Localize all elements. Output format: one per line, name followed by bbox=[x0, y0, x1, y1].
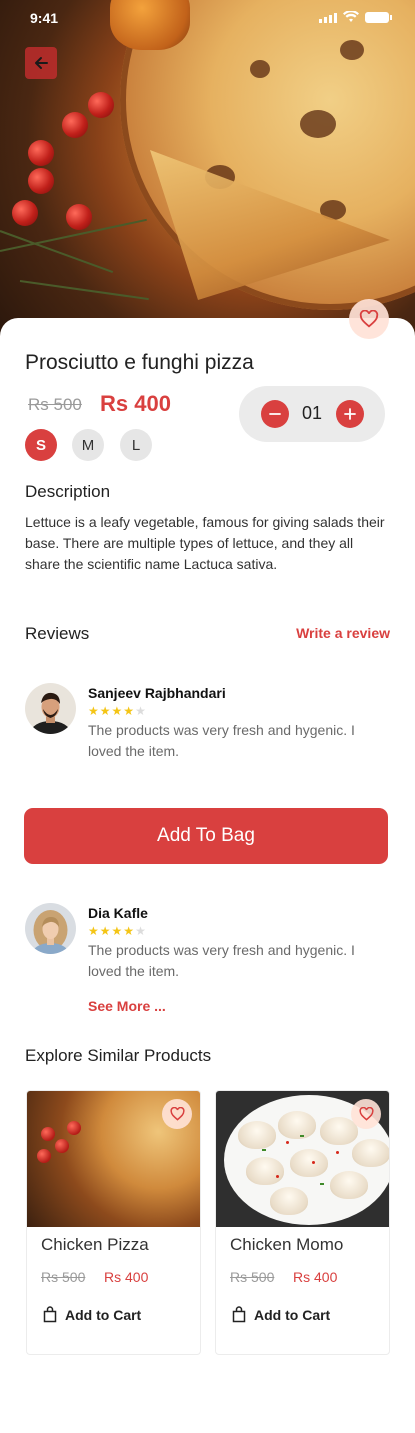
size-option-s[interactable]: S bbox=[25, 429, 57, 461]
status-bar: 9:41 bbox=[0, 0, 415, 36]
review-text: The products was very fresh and hygenic.… bbox=[88, 722, 355, 759]
see-more-reviews-link[interactable]: See More ... bbox=[88, 998, 166, 1014]
quantity-stepper: 01 bbox=[239, 386, 385, 442]
favorite-button[interactable] bbox=[162, 1099, 192, 1129]
plus-icon bbox=[344, 408, 356, 420]
heart-icon bbox=[358, 1107, 374, 1121]
star-icon: ★ bbox=[99, 924, 111, 938]
rating-stars: ★ ★ ★ ★ ★ bbox=[88, 925, 146, 937]
product-new-price: Rs 400 bbox=[104, 1269, 149, 1285]
star-icon: ★ bbox=[123, 704, 135, 718]
shopping-bag-icon bbox=[232, 1306, 246, 1323]
star-icon: ★ bbox=[123, 924, 135, 938]
star-icon: ★ bbox=[99, 704, 111, 718]
favorite-button[interactable] bbox=[351, 1099, 381, 1129]
product-new-price: Rs 400 bbox=[293, 1269, 338, 1285]
add-to-cart-label: Add to Cart bbox=[65, 1306, 142, 1323]
star-icon: ★ bbox=[88, 924, 99, 938]
heart-icon bbox=[359, 310, 379, 328]
product-name: Chicken Pizza bbox=[41, 1235, 149, 1254]
shopping-bag-icon bbox=[43, 1306, 57, 1323]
back-arrow-icon bbox=[35, 57, 48, 69]
add-to-bag-button[interactable]: Add To Bag bbox=[24, 808, 388, 864]
add-to-cart-button[interactable]: Add to Cart bbox=[232, 1306, 330, 1323]
star-icon: ★ bbox=[135, 924, 146, 938]
product-card[interactable]: Chicken Pizza Rs 500 Rs 400 Add to Cart bbox=[26, 1090, 201, 1355]
write-review-link[interactable]: Write a review bbox=[296, 625, 390, 641]
add-to-cart-label: Add to Cart bbox=[254, 1306, 331, 1323]
size-option-l[interactable]: L bbox=[120, 429, 152, 461]
rating-stars: ★ ★ ★ ★ ★ bbox=[88, 705, 146, 717]
review-text: The products was very fresh and hygenic.… bbox=[88, 942, 355, 979]
product-new-price: Rs 400 bbox=[100, 391, 171, 416]
description-heading: Description bbox=[25, 482, 111, 501]
reviews-heading: Reviews bbox=[25, 624, 90, 643]
product-old-price: Rs 500 bbox=[28, 395, 82, 414]
favorite-button[interactable] bbox=[349, 299, 389, 339]
product-name: Chicken Momo bbox=[230, 1235, 344, 1254]
product-old-price: Rs 500 bbox=[41, 1269, 86, 1285]
reviewer-name: Dia Kafle bbox=[88, 905, 148, 921]
back-button[interactable] bbox=[25, 47, 57, 79]
avatar bbox=[25, 683, 76, 734]
status-time: 9:41 bbox=[30, 10, 59, 26]
hero-product-image: 9:41 bbox=[0, 0, 415, 340]
add-to-cart-button[interactable]: Add to Cart bbox=[43, 1306, 141, 1323]
wifi-icon bbox=[343, 11, 359, 22]
star-icon: ★ bbox=[111, 704, 123, 718]
increase-quantity-button[interactable] bbox=[336, 400, 364, 428]
product-card[interactable]: Chicken Momo Rs 500 Rs 400 Add to Cart bbox=[215, 1090, 390, 1355]
reviewer-name: Sanjeev Rajbhandari bbox=[88, 685, 226, 701]
star-icon: ★ bbox=[135, 704, 146, 718]
star-icon: ★ bbox=[111, 924, 123, 938]
similar-products-heading: Explore Similar Products bbox=[25, 1046, 212, 1065]
product-title: Prosciutto e funghi pizza bbox=[25, 351, 254, 374]
avatar bbox=[25, 903, 76, 954]
heart-icon bbox=[169, 1107, 185, 1121]
description-text: Lettuce is a leafy vegetable, famous for… bbox=[25, 514, 385, 572]
size-option-m[interactable]: M bbox=[72, 429, 104, 461]
signal-icon bbox=[319, 13, 337, 23]
battery-icon bbox=[365, 12, 392, 23]
product-old-price: Rs 500 bbox=[230, 1269, 275, 1285]
star-icon: ★ bbox=[88, 704, 99, 718]
